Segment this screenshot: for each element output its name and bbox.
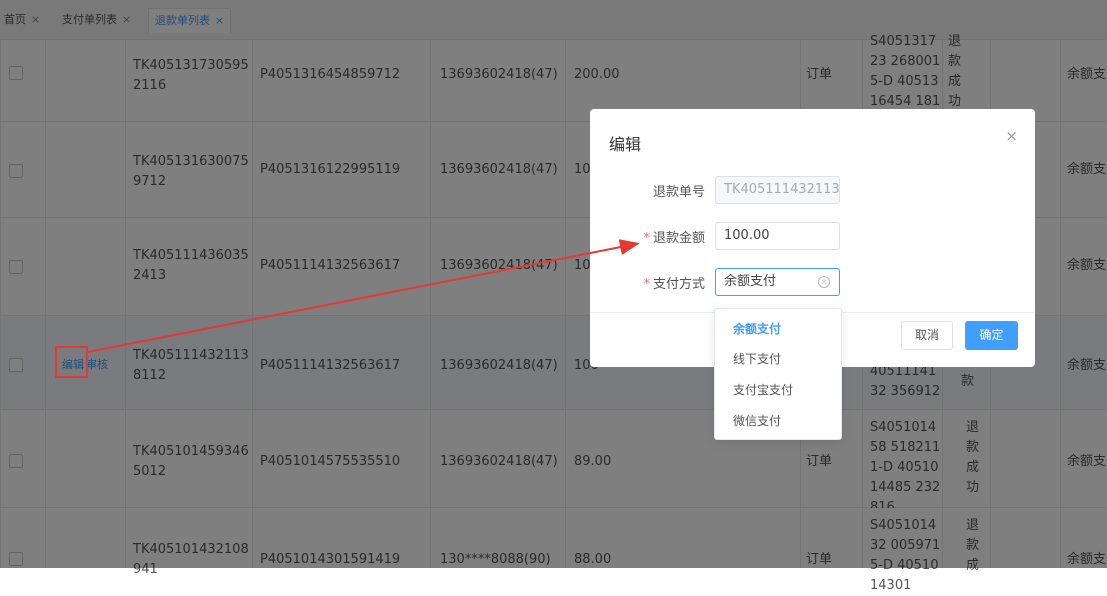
arrow-line bbox=[87, 239, 640, 353]
annotation-arrow bbox=[87, 239, 640, 353]
